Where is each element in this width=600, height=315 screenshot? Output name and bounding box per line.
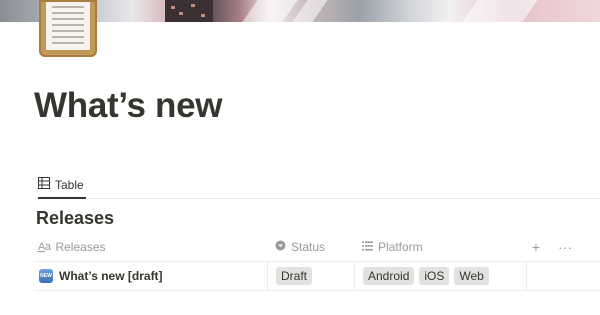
clipboard-paper xyxy=(46,2,90,50)
more-options-button[interactable]: ··· xyxy=(558,239,572,255)
table-row[interactable]: NEW What’s new [draft] Draft Android iOS… xyxy=(34,262,600,291)
view-tabs: Table xyxy=(34,172,600,199)
row-title[interactable]: What’s new [draft] xyxy=(59,269,163,283)
list-property-icon xyxy=(362,240,373,254)
table-icon xyxy=(38,177,50,192)
column-header-releases[interactable]: Aa Releases xyxy=(34,233,267,261)
column-label: Platform xyxy=(378,240,423,254)
releases-table: Aa Releases Status Platform + ··· NEW Wh… xyxy=(34,233,600,291)
page-icon-clipboard[interactable] xyxy=(39,0,97,57)
table-header-row: Aa Releases Status Platform + ··· xyxy=(34,233,600,262)
new-badge-icon: NEW xyxy=(39,269,53,283)
tab-label: Table xyxy=(55,177,84,192)
row-empty-cell[interactable] xyxy=(526,262,600,290)
row-status-cell[interactable]: Draft xyxy=(267,262,354,290)
column-header-platform[interactable]: Platform xyxy=(354,233,526,261)
column-label: Releases xyxy=(55,240,106,254)
column-label: Status xyxy=(291,240,326,254)
platform-pill: Web xyxy=(454,267,489,285)
add-property-button[interactable]: + xyxy=(532,239,540,255)
column-header-status[interactable]: Status xyxy=(267,233,354,261)
text-property-icon: Aa xyxy=(38,241,51,253)
platform-pill: Android xyxy=(363,267,415,285)
status-pill: Draft xyxy=(276,267,313,285)
header-actions: + ··· xyxy=(532,233,600,261)
row-title-cell[interactable]: NEW What’s new [draft] xyxy=(34,262,267,290)
platform-pill: iOS xyxy=(419,267,450,285)
database-title[interactable]: Releases xyxy=(36,208,114,229)
status-property-icon xyxy=(275,240,286,254)
page-title: What’s new xyxy=(34,86,223,125)
tab-table[interactable]: Table xyxy=(38,172,86,199)
row-platform-cell[interactable]: Android iOS Web xyxy=(354,262,526,290)
cover-building xyxy=(165,0,213,22)
